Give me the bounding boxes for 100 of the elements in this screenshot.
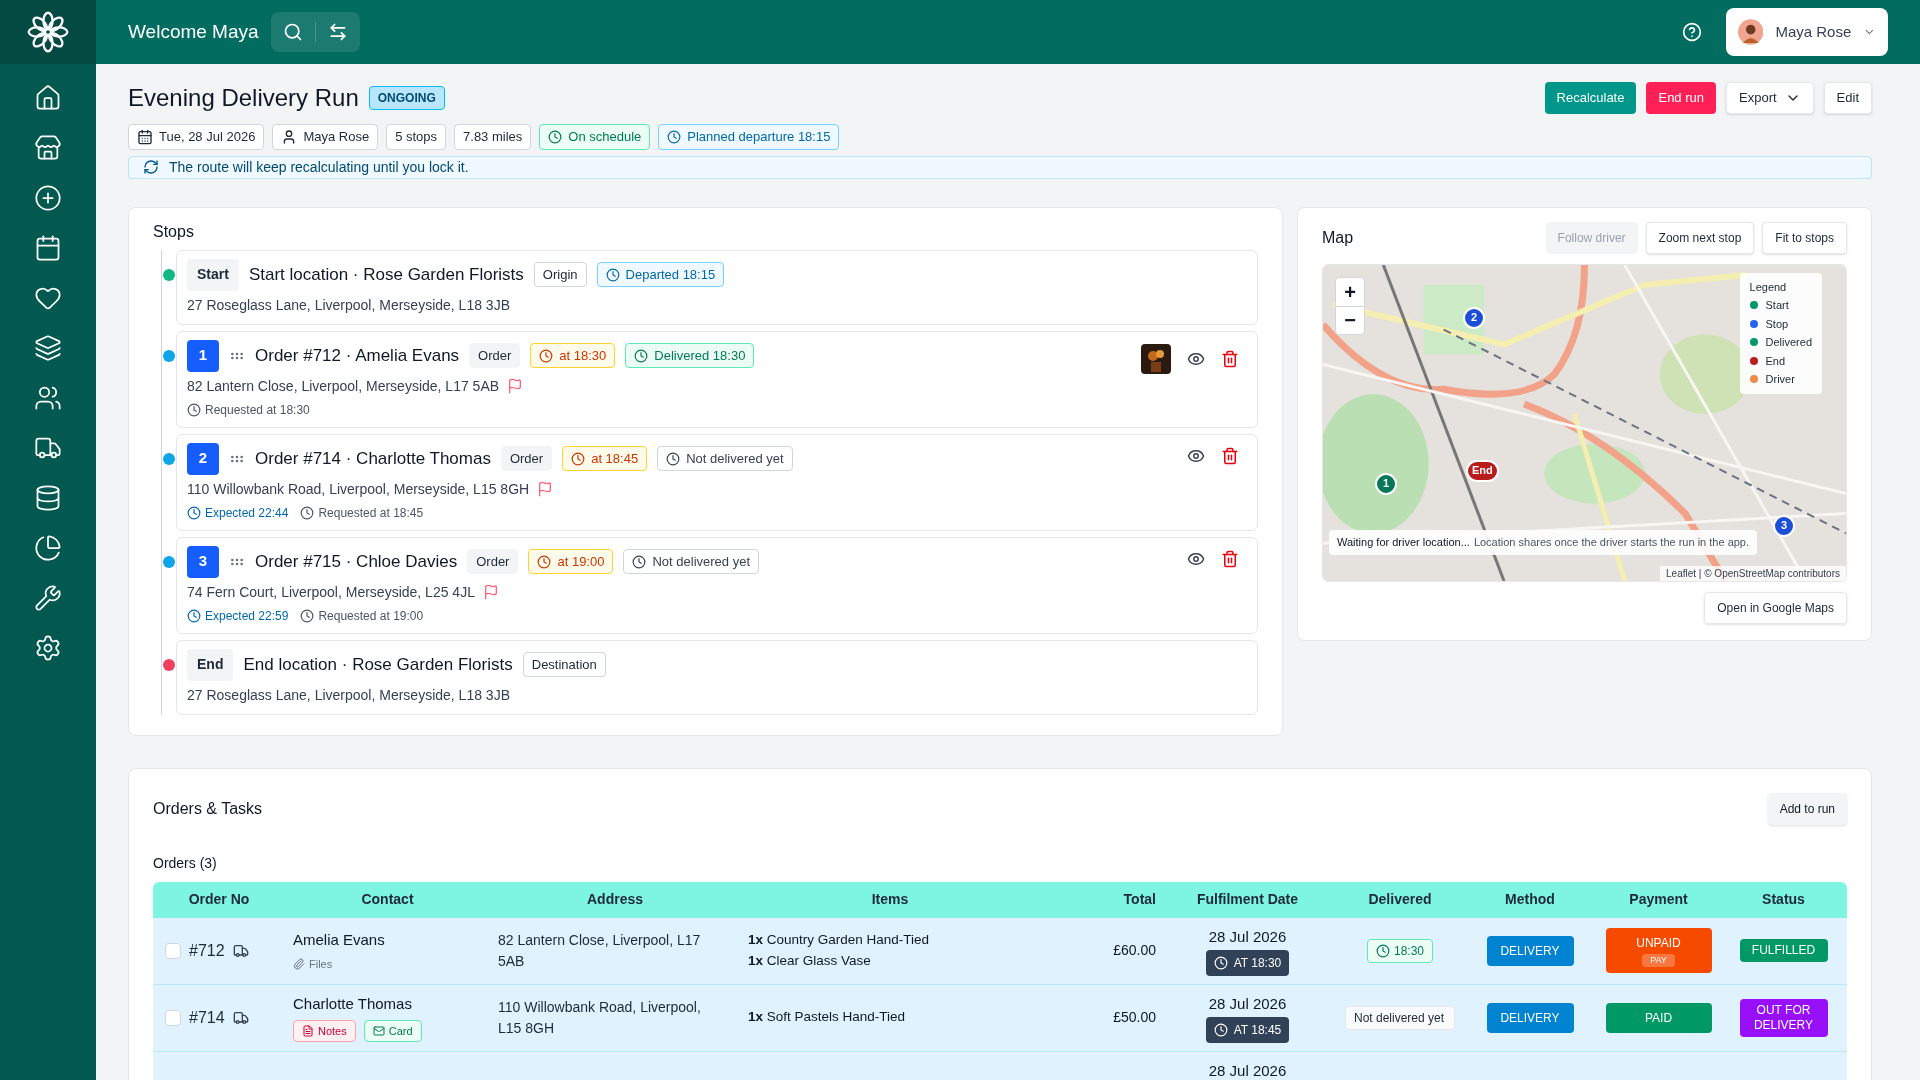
map-title: Map [1322,227,1355,248]
paperclip-icon [293,957,305,970]
map-button[interactable]: Zoom next stop [1645,221,1755,254]
payment-text: PAID [1644,1009,1673,1027]
legend-label: Start [1765,298,1789,313]
delete-icon[interactable] [1221,446,1239,465]
clock-icon [548,129,563,144]
action-button[interactable]: End run [1646,82,1716,114]
avatar-icon [1738,16,1764,48]
stop-tag: Order [500,445,553,472]
user-menu[interactable]: Maya Rose [1726,8,1888,56]
column-header: Contact [360,890,415,909]
method-badge: DELIVERY [1486,935,1574,966]
action-button[interactable]: Export [1726,82,1814,114]
delete-icon[interactable] [1221,549,1239,568]
layers-icon[interactable] [34,334,62,362]
notice-detail: Location shares once the driver starts the run in the app. [1473,535,1750,550]
page-title: Evening Delivery Run [128,83,359,113]
add-to-run-button[interactable]: Add to run [1767,792,1847,825]
refresh-icon [143,159,159,175]
store-icon[interactable] [34,134,62,162]
stop-time: Expected 22:59 [187,606,289,625]
stop-tag: at 19:00 [528,548,614,575]
run-meta-tag: 5 stops [386,124,447,150]
run-meta-tag: Maya Rose [272,124,379,150]
info-text: The route will keep recalculating until you lock it. [169,157,469,177]
address-cell: 110 Willowbank Road, Liverpool, L15 8GH [498,998,701,1036]
stops-title: Stops [153,221,195,242]
settings-icon[interactable] [34,634,62,662]
run-meta-tag: Tue, 28 Jul 2026 [128,124,265,150]
map-button[interactable]: Fit to stops [1762,221,1847,254]
open-maps-button[interactable]: Open in Google Maps [1704,591,1847,624]
stop-title: Order #715 · Chloe Davies [255,550,458,573]
column-header: Total [1122,890,1157,909]
stop-title: Order #714 · Charlotte Thomas [255,447,491,470]
database-icon[interactable] [34,484,62,512]
payment-text: UNPAID [1636,934,1681,952]
search-icon[interactable] [282,22,303,42]
clock-icon [634,348,649,363]
flag-icon[interactable] [507,378,524,394]
item-line: 1x Soft Pastels Hand-Tied [748,1008,907,1027]
flag-icon[interactable] [537,481,554,497]
stop-number: 1 [187,339,219,372]
stop-tag: Destination [522,651,606,678]
stop-title: End location · Rose Garden Florists [243,653,513,676]
column-header: Delivered [1367,890,1433,909]
row-checkbox[interactable] [165,942,181,959]
attachment-tag[interactable]: Notes [293,1019,356,1042]
clock-icon [632,554,647,569]
stop-time: Requested at 18:45 [300,503,424,522]
document-icon [302,1024,314,1037]
help-icon[interactable] [1682,22,1702,42]
delivered-badge: Not delivered yet [1345,1005,1455,1030]
total-cell: £60.00 [1113,942,1156,958]
attachment-tag[interactable]: Files [293,955,333,972]
stop-tag: at 18:45 [562,445,648,472]
welcome-text: Welcome Maya [128,19,259,44]
column-header: Status [1761,890,1806,909]
tools-icon[interactable] [34,584,62,612]
column-header: Payment [1628,890,1689,909]
calendar-icon[interactable] [34,234,62,262]
action-button[interactable]: Recalculate [1544,82,1637,114]
delete-icon[interactable] [1221,349,1239,368]
legend-label: End [1765,353,1786,369]
time-badge: AT 18:30 [1205,950,1290,976]
total-cell: £50.00 [1113,1009,1156,1025]
date-text: 28 Jul 2026 [1208,993,1287,1014]
stop-address: 74 Fern Court, Liverpool, Merseyside, L25 4JL [187,582,475,602]
truck-icon [232,942,249,959]
column-header: Items [870,890,910,909]
zoom-out-button[interactable]: − [1336,305,1364,334]
clock-icon [571,451,586,466]
item-line: 1x Clear Glass Vase [748,951,872,970]
clock-icon [300,608,315,623]
run-meta-tag: 7.83 miles [454,124,532,150]
clock-icon [1376,943,1390,958]
contact-name: Amelia Evans [293,930,386,950]
mail-icon [372,1024,385,1037]
zoom-in-button[interactable]: + [1336,277,1364,306]
pie-chart-icon[interactable] [34,534,62,562]
action-button[interactable]: Edit [1823,82,1872,114]
address-cell: 82 Lantern Close, Liverpool, L17 5AB [498,931,701,969]
run-meta-tag: Planned departure 18:15 [658,124,840,150]
clock-icon [187,402,201,417]
row-checkbox[interactable] [165,1009,181,1026]
stop-time: Requested at 19:00 [300,606,424,625]
home-icon[interactable] [34,84,62,112]
stop-tag: Order [467,548,519,575]
attachment-tag[interactable]: Card [363,1019,422,1042]
stop-tag: Departed 18:15 [596,261,725,288]
clock-icon [666,451,681,466]
stop-tag: Delivered 18:30 [625,342,755,369]
time-badge: AT 18:45 [1205,1017,1290,1043]
people-icon[interactable] [34,384,62,412]
stop-marker: Start [187,258,239,291]
status-badge: ONGOING [368,86,445,110]
flag-icon[interactable] [482,584,499,600]
add-icon[interactable] [34,184,62,212]
flower-logo-icon[interactable] [26,10,70,54]
legend-title: Legend [1749,279,1788,295]
